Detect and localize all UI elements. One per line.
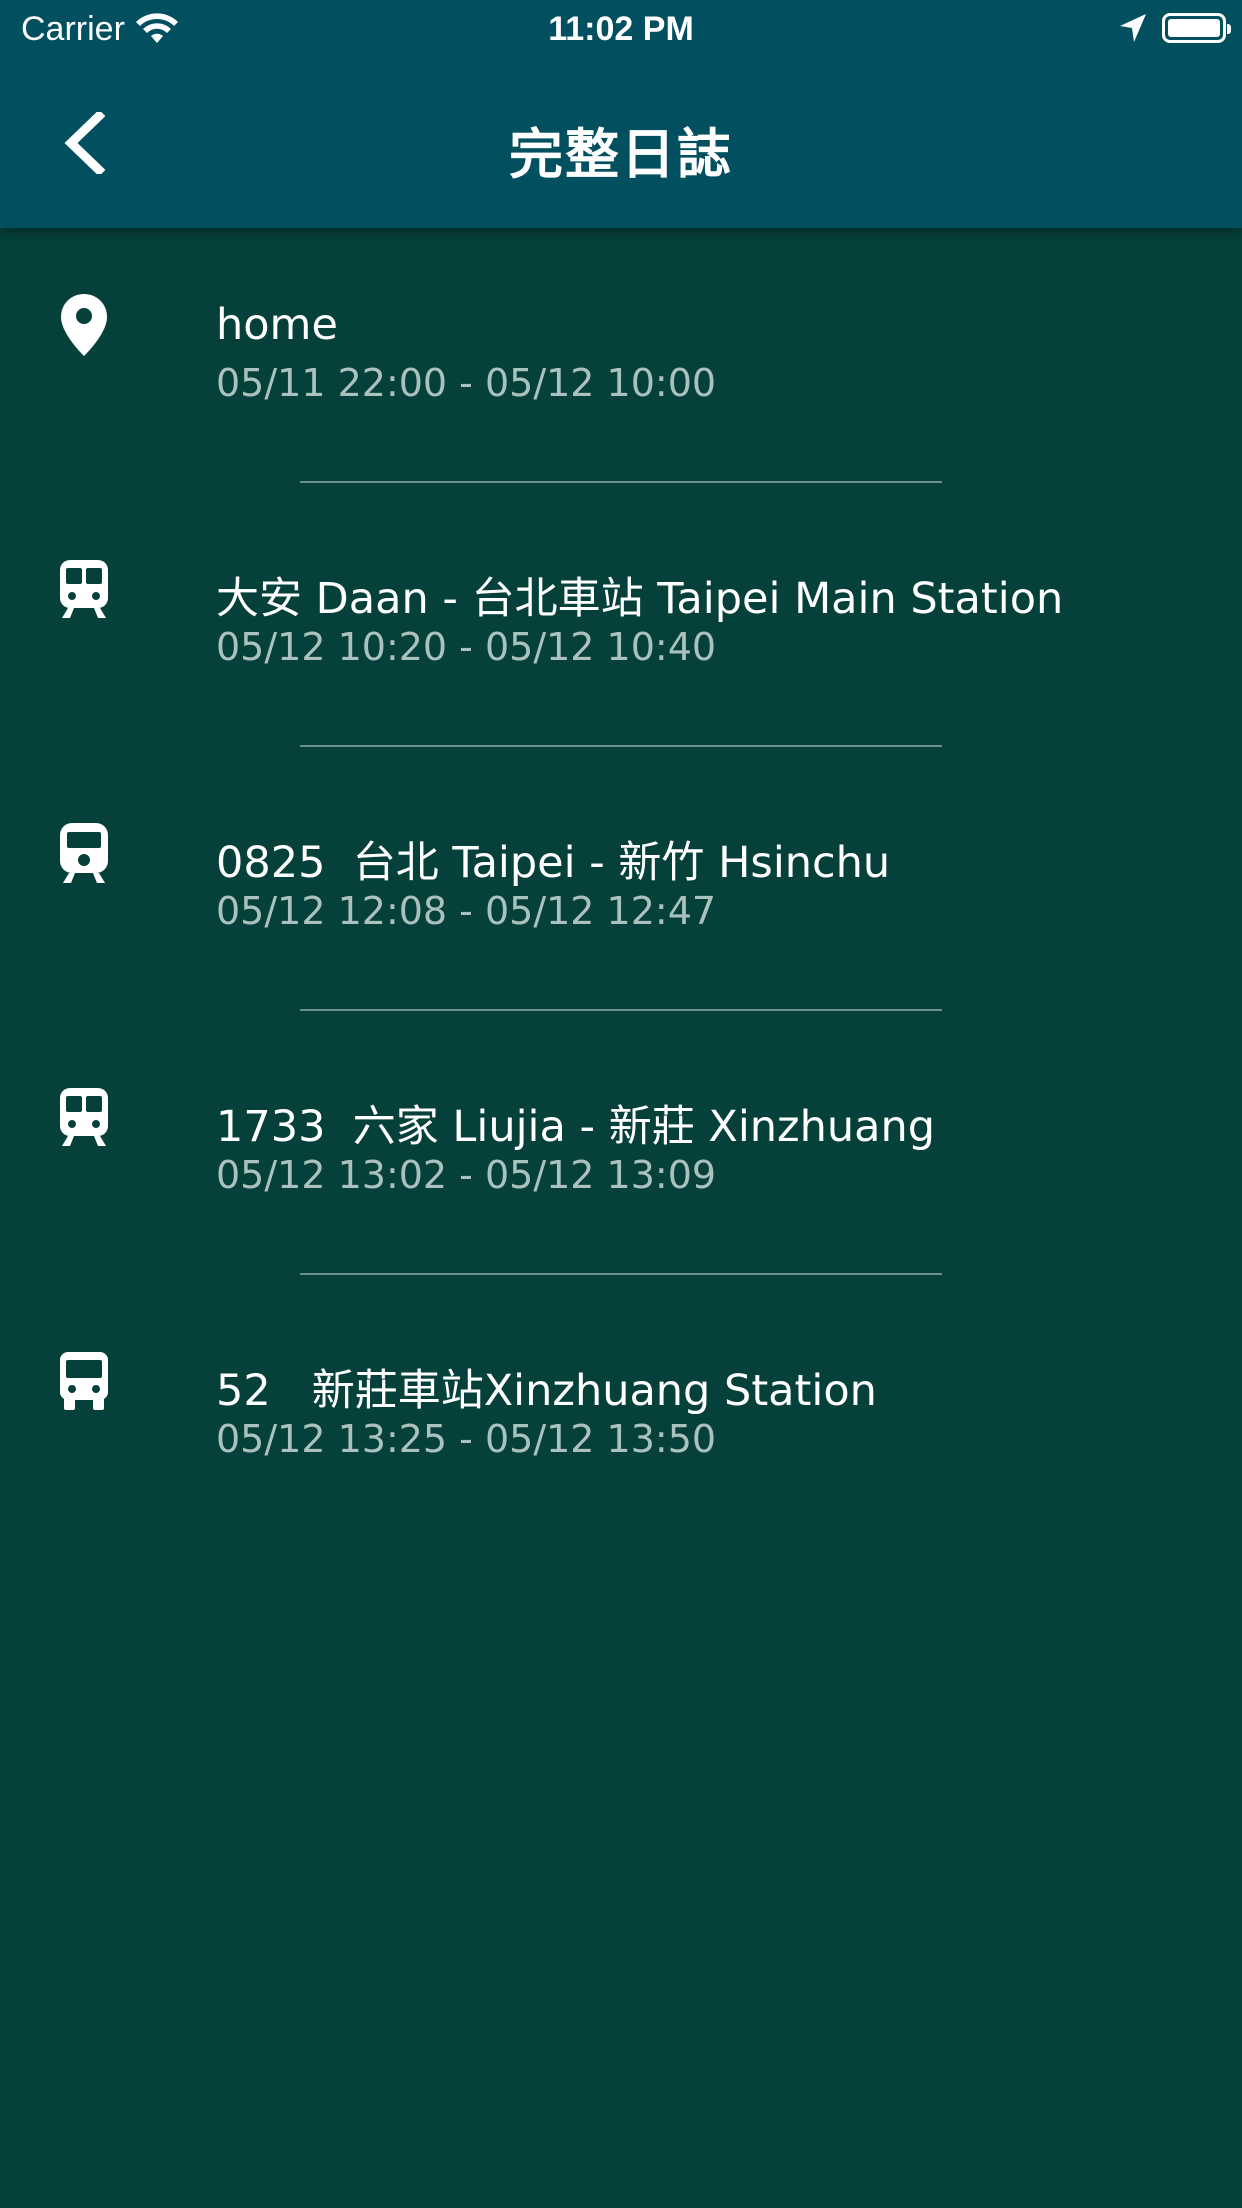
log-entry[interactable]: 1733 六家 Liujia - 新莊 Xinzhuang 05/12 13:0… — [0, 1020, 1242, 1284]
entry-time: 05/12 13:02 - 05/12 13:09 — [216, 1153, 717, 1197]
log-entry[interactable]: 大安 Daan - 台北車站 Taipei Main Station 05/12… — [0, 492, 1242, 756]
page-title: 完整日誌 — [509, 123, 733, 186]
entry-title: home — [216, 300, 338, 350]
entry-time: 05/12 10:20 - 05/12 10:40 — [216, 625, 717, 669]
log-list: home 05/11 22:00 - 05/12 10:00 大安 Daan -… — [0, 228, 1242, 1548]
entry-time: 05/12 13:25 - 05/12 13:50 — [216, 1417, 717, 1461]
location-arrow-icon — [1120, 14, 1146, 42]
entry-title: 0825 台北 Taipei - 新竹 Hsinchu — [216, 838, 891, 888]
status-bar: Carrier 11:02 PM — [0, 0, 1242, 62]
entry-time: 05/11 22:00 - 05/12 10:00 — [216, 361, 717, 405]
metro-icon — [56, 558, 112, 620]
log-entry[interactable]: home 05/11 22:00 - 05/12 10:00 — [0, 228, 1242, 492]
divider — [300, 481, 942, 483]
metro-icon — [56, 1086, 112, 1148]
status-time: 11:02 PM — [548, 10, 694, 48]
divider — [300, 745, 942, 747]
train-icon — [56, 822, 112, 884]
log-entry[interactable]: 52 新莊車站Xinzhuang Station 05/12 13:25 - 0… — [0, 1284, 1242, 1548]
log-entry[interactable]: 0825 台北 Taipei - 新竹 Hsinchu 05/12 12:08 … — [0, 756, 1242, 1020]
entry-title: 大安 Daan - 台北車站 Taipei Main Station — [216, 574, 1064, 624]
entry-title: 1733 六家 Liujia - 新莊 Xinzhuang — [216, 1102, 935, 1152]
divider — [300, 1009, 942, 1011]
divider — [300, 1273, 942, 1275]
bus-icon — [56, 1350, 112, 1412]
battery-icon — [1162, 13, 1231, 43]
location-pin-icon — [56, 294, 112, 356]
app-bar: Carrier 11:02 PM 完整日誌 — [0, 0, 1242, 228]
status-indicators — [1118, 12, 1231, 44]
entry-title: 52 新莊車站Xinzhuang Station — [216, 1366, 877, 1416]
entry-time: 05/12 12:08 - 05/12 12:47 — [216, 889, 717, 933]
